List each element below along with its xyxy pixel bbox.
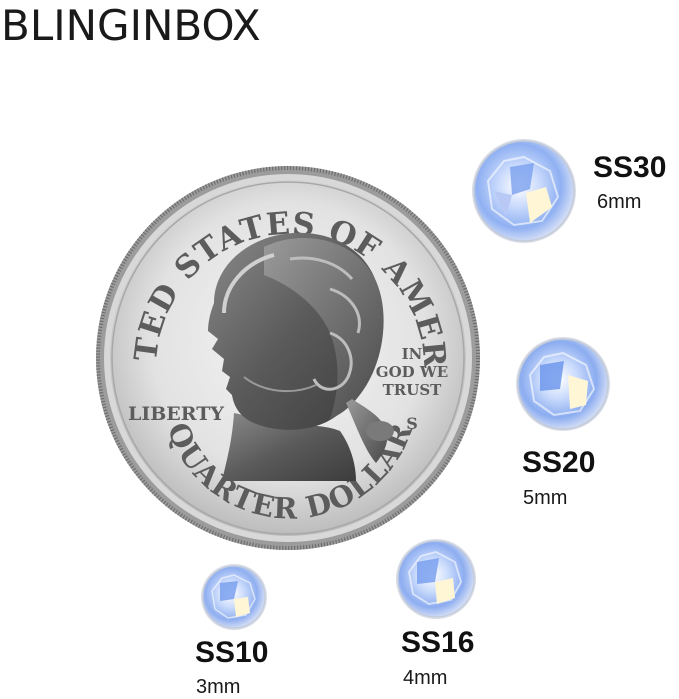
- ss20-size: 5mm: [523, 487, 568, 509]
- ss16-label: SS16: [401, 626, 475, 659]
- ss30-size: 6mm: [597, 191, 642, 213]
- coin-liberty: LIBERTY: [128, 403, 224, 425]
- coin-motto-2: GOD WE: [376, 363, 448, 381]
- washington-portrait: [208, 232, 394, 481]
- coin-motto-3: TRUST: [383, 381, 443, 399]
- ss16-size: 4mm: [403, 667, 448, 689]
- coin-motto-1: IN: [402, 345, 423, 363]
- ss20-label: SS20: [522, 446, 596, 479]
- brand-logo-text: BLINGINBOX: [1, 1, 261, 50]
- ss10-label: SS10: [195, 636, 269, 669]
- ss10-size: 3mm: [196, 676, 241, 698]
- coin-mint-mark: S: [406, 414, 418, 433]
- quarter-coin-image: UNITED STATES OF AMERICA QUARTER DOLLAR …: [94, 163, 480, 550]
- rhinestone-ss10-image: [201, 564, 267, 630]
- rhinestone-ss16-image: [396, 539, 476, 619]
- rhinestone-ss20-image: [516, 337, 610, 431]
- ss30-label: SS30: [593, 151, 667, 184]
- rhinestone-ss30-image: [472, 139, 576, 243]
